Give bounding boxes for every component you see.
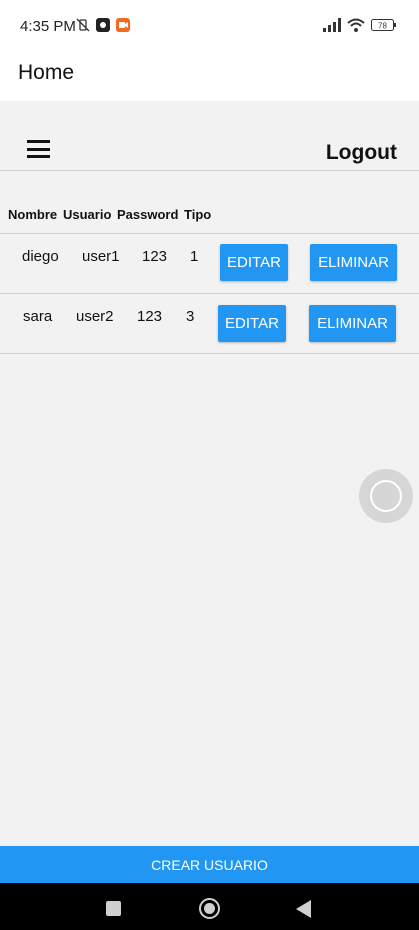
- vibrate-off-icon: [76, 18, 90, 32]
- table-header: Nombre Usuario Password Tipo: [0, 205, 419, 234]
- cell-tipo: 1: [190, 248, 199, 265]
- cell-tipo: 3: [186, 308, 195, 325]
- page-title: Home: [18, 61, 75, 84]
- status-time: 4:35 PM: [20, 18, 76, 35]
- table-row: sara user2 123 3 EDITAR ELIMINAR: [0, 294, 419, 354]
- status-left-icons: [76, 18, 130, 32]
- header-usuario: Usuario: [63, 207, 112, 222]
- app-notification-icon: [96, 18, 110, 32]
- battery-level: 78: [378, 22, 387, 31]
- delete-button[interactable]: ELIMINAR: [310, 244, 397, 281]
- menu-icon[interactable]: [27, 140, 50, 158]
- system-nav-bar: [0, 883, 419, 930]
- toolbar: Logout: [0, 128, 419, 171]
- cell-nombre: diego: [22, 248, 59, 265]
- logout-button[interactable]: Logout: [326, 141, 397, 165]
- table-row: diego user1 123 1 EDITAR ELIMINAR: [0, 234, 419, 294]
- edit-button[interactable]: EDITAR: [220, 244, 288, 281]
- record-icon: [116, 18, 130, 32]
- battery-icon: 78: [371, 19, 396, 31]
- home-icon[interactable]: [199, 898, 220, 919]
- cell-nombre: sara: [23, 308, 53, 325]
- header-tipo: Tipo: [184, 207, 212, 222]
- header-nombre: Nombre: [8, 207, 58, 222]
- assistive-ring-icon: [370, 480, 402, 512]
- delete-button[interactable]: ELIMINAR: [309, 305, 396, 342]
- create-user-button[interactable]: CREAR USUARIO: [0, 846, 419, 883]
- signal-icon: [323, 18, 341, 32]
- header-password: Password: [117, 207, 179, 222]
- cell-password: 123: [142, 248, 168, 265]
- cell-usuario: user2: [76, 308, 114, 325]
- cell-usuario: user1: [82, 248, 120, 265]
- status-bar: 4:35 PM 78: [0, 0, 419, 52]
- floating-assistive-button[interactable]: [359, 469, 413, 523]
- app-bar: Home: [0, 52, 419, 101]
- status-right-icons: 78: [323, 18, 397, 32]
- cell-password: 123: [137, 308, 163, 325]
- back-icon[interactable]: [296, 900, 311, 918]
- edit-button[interactable]: EDITAR: [218, 305, 286, 342]
- wifi-icon: [347, 18, 365, 32]
- recents-icon[interactable]: [106, 901, 121, 916]
